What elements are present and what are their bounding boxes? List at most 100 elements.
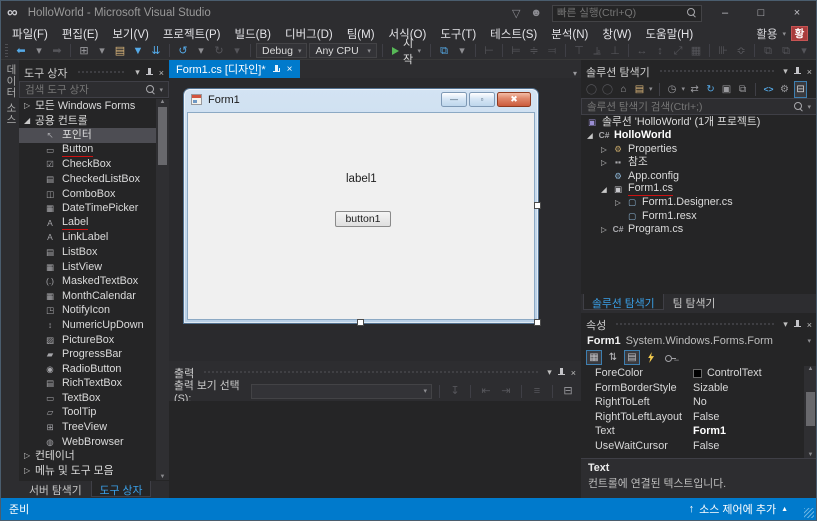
design-label1[interactable]: label1 xyxy=(346,173,377,185)
toolbox-group-menus-toolbars[interactable]: ▷ 메뉴 및 도구 모음 xyxy=(19,464,156,479)
sync-selection-icon[interactable]: ⇄ xyxy=(688,82,701,97)
tab-team-explorer[interactable]: 팀 탐색기 xyxy=(665,294,724,310)
feedback-icon[interactable]: ☻ xyxy=(530,7,542,19)
tab-toolbox[interactable]: 도구 상자 xyxy=(90,481,152,497)
panel-grip[interactable] xyxy=(615,322,775,327)
pin-icon[interactable] xyxy=(793,66,802,77)
layout-overflow-icon[interactable]: ▾ xyxy=(796,43,812,59)
menu-project[interactable]: 프로젝트(P) xyxy=(156,26,228,42)
pending-changes-filter-icon[interactable]: ◷ xyxy=(666,82,679,97)
navigate-forward-icon[interactable]: ➡ xyxy=(49,43,65,59)
open-file-icon[interactable]: ▤ xyxy=(112,43,128,59)
resize-handle-bottom[interactable] xyxy=(357,319,364,326)
show-all-files-icon[interactable]: ⧉ xyxy=(736,82,749,97)
tree-item-references[interactable]: ▷ ▪▪ 참조 xyxy=(581,156,816,169)
toolbox-search[interactable]: ▾ xyxy=(19,81,169,98)
toolbox-search-input[interactable] xyxy=(25,83,147,96)
refresh-icon[interactable]: ↻ xyxy=(704,82,717,97)
quick-launch-input[interactable] xyxy=(557,7,687,19)
nest-files-icon[interactable]: ▣ xyxy=(720,82,733,97)
properties-view-icon[interactable]: ▤ xyxy=(624,350,640,365)
scroll-down-icon[interactable]: ▼ xyxy=(160,474,166,480)
designer-canvas[interactable]: Form1 — ▫ ✖ label1 button1 xyxy=(169,78,581,361)
object-selector[interactable]: Form1 System.Windows.Forms.Form ▾ xyxy=(581,333,816,349)
menu-file[interactable]: 파일(F) xyxy=(5,26,55,42)
toolbox-item-listbox[interactable]: ▤ ListBox xyxy=(19,245,156,260)
solution-search-input[interactable] xyxy=(587,100,795,113)
tree-item-form1-resx[interactable]: ▢ Form1.resx xyxy=(581,210,816,223)
design-form[interactable]: Form1 — ▫ ✖ label1 button1 xyxy=(184,89,538,323)
toolbox-item-richtextbox[interactable]: ▤ RichTextBox xyxy=(19,376,156,391)
toolbar-grip[interactable] xyxy=(5,44,8,57)
tab-list-icon[interactable]: ▾ xyxy=(573,69,581,78)
form-maximize-button[interactable]: ▫ xyxy=(469,92,495,107)
alphabetical-icon[interactable]: ⇅ xyxy=(605,350,621,365)
pin-icon[interactable] xyxy=(557,367,566,378)
solution-platform-select[interactable]: Any CPU ▾ xyxy=(309,43,377,58)
toggle-wordwrap-icon[interactable]: ⊟ xyxy=(560,383,576,399)
back-icon[interactable]: ◯ xyxy=(585,82,598,97)
save-icon[interactable]: ▼ xyxy=(130,43,146,59)
same-size-icon[interactable]: ⤢ xyxy=(670,43,686,59)
panel-grip[interactable] xyxy=(658,69,775,74)
toolbar-overflow-icon[interactable]: ▾ xyxy=(454,43,470,59)
minimize-button[interactable]: – xyxy=(712,7,738,19)
property-pages-icon[interactable] xyxy=(662,350,678,365)
toolbox-item-monthcalendar[interactable]: ▦ MonthCalendar xyxy=(19,289,156,304)
property-row-forecolor[interactable]: ForeColor ControlText xyxy=(581,366,816,381)
redo-dropdown-icon[interactable]: ▾ xyxy=(229,43,245,59)
pin-icon[interactable] xyxy=(793,319,802,330)
toolbox-item-checkbox[interactable]: ☑ CheckBox xyxy=(19,157,156,172)
close-panel-icon[interactable]: × xyxy=(159,68,164,78)
toolbox-group-common-controls[interactable]: ◢ 공용 컨트롤 xyxy=(19,114,156,129)
solution-config-select[interactable]: Debug ▾ xyxy=(256,43,308,58)
find-message-icon[interactable]: ↧ xyxy=(447,383,463,399)
toolbox-item-button[interactable]: ▭ Button xyxy=(19,143,156,158)
toolbox-item-textbox[interactable]: ▭ TextBox xyxy=(19,391,156,406)
events-icon[interactable] xyxy=(643,350,659,365)
solution-search[interactable]: ▾ xyxy=(581,98,816,115)
back-dropdown-icon[interactable]: ▾ xyxy=(31,43,47,59)
search-options-icon[interactable]: ▾ xyxy=(807,103,811,111)
align-rights-icon[interactable]: ⫤ xyxy=(544,43,560,59)
menu-team[interactable]: 팀(M) xyxy=(340,26,382,42)
home-icon[interactable]: ⌂ xyxy=(617,82,630,97)
undo-dropdown-icon[interactable]: ▾ xyxy=(193,43,209,59)
close-panel-icon[interactable]: × xyxy=(807,67,812,77)
align-bottoms-icon[interactable]: ⊥ xyxy=(607,43,623,59)
maximize-button[interactable]: □ xyxy=(748,7,774,19)
window-position-icon[interactable]: ▾ xyxy=(783,319,788,330)
align-lefts-icon[interactable]: ⊢ xyxy=(481,43,497,59)
close-button[interactable]: × xyxy=(784,7,810,19)
align-middles-icon[interactable]: ⫡ xyxy=(589,43,605,59)
goto-prev-icon[interactable]: ⇤ xyxy=(478,383,494,399)
toolbox-item-webbrowser[interactable]: ◍ WebBrowser xyxy=(19,435,156,450)
search-options-icon[interactable]: ▾ xyxy=(159,86,163,94)
tree-item-solution[interactable]: ▣ 솔루션 'HolloWorld' (1개 프로젝트) xyxy=(581,116,816,129)
find-in-files-icon[interactable]: ⧉ xyxy=(436,43,452,59)
tree-item-properties[interactable]: ▷ ⚙ Properties xyxy=(581,143,816,156)
switch-views-icon[interactable]: ▤ xyxy=(633,82,646,97)
design-button1[interactable]: button1 xyxy=(335,211,391,227)
toolbox-item-combobox[interactable]: ◫ ComboBox xyxy=(19,187,156,202)
align-left-icon[interactable]: ⊨ xyxy=(508,43,524,59)
toolbox-item-checkedlistbox[interactable]: ▤ CheckedListBox xyxy=(19,172,156,187)
scrollbar-thumb[interactable] xyxy=(158,107,167,165)
panel-grip[interactable] xyxy=(203,370,539,375)
pin-icon[interactable] xyxy=(272,64,281,75)
forward-icon[interactable]: ◯ xyxy=(601,82,614,97)
menu-test[interactable]: 테스트(S) xyxy=(483,26,544,42)
collapse-all-icon[interactable]: ⊟ xyxy=(794,80,808,98)
toolbox-item-datetimepicker[interactable]: ▦ DateTimePicker xyxy=(19,201,156,216)
pin-icon[interactable] xyxy=(145,67,154,78)
window-position-icon[interactable]: ▾ xyxy=(547,367,552,378)
new-project-icon[interactable]: ⊞ xyxy=(76,43,92,59)
tab-solution-explorer[interactable]: 솔루션 탐색기 xyxy=(583,294,664,310)
property-row-text[interactable]: Text Form1 xyxy=(581,424,816,439)
scroll-up-icon[interactable]: ▲ xyxy=(808,366,814,372)
menu-analyze[interactable]: 분석(N) xyxy=(544,26,595,42)
menu-debug[interactable]: 디버그(D) xyxy=(278,26,340,42)
property-row-righttoleft[interactable]: RightToLeft No xyxy=(581,395,816,410)
clear-output-icon[interactable]: ≡ xyxy=(529,383,545,399)
panel-grip[interactable] xyxy=(76,70,127,75)
